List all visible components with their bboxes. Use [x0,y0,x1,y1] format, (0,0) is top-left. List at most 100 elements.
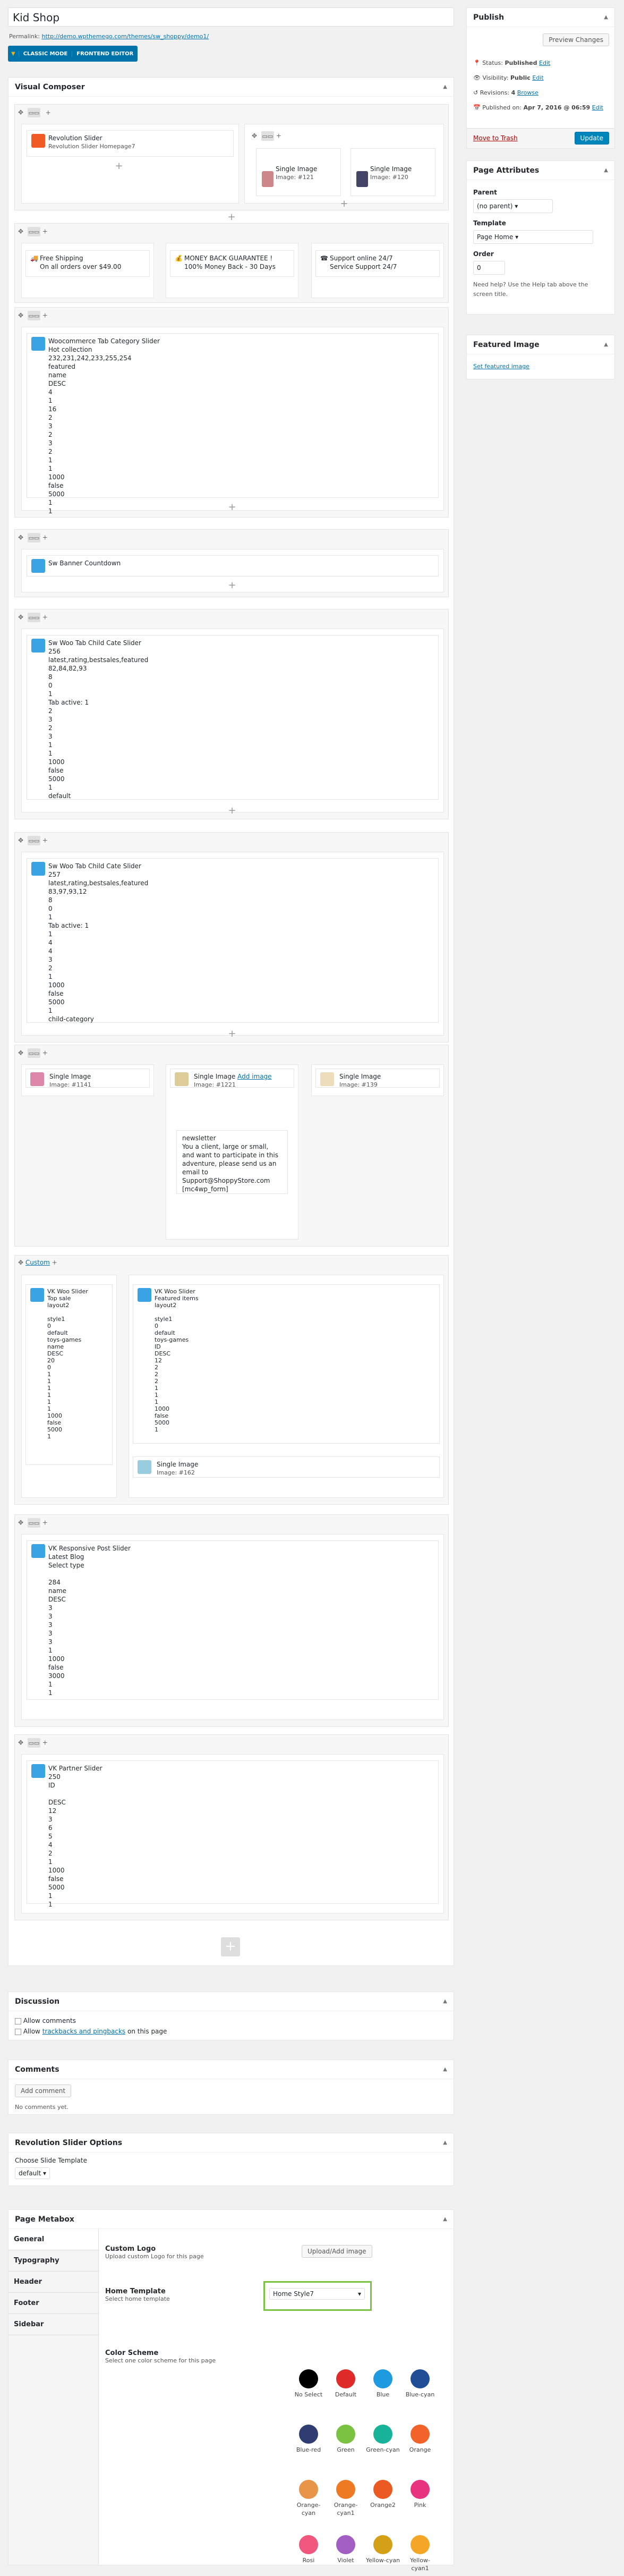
row-controls[interactable]: ✥ ▭▭ + [18,1738,48,1748]
tab-typography[interactable]: Typography [8,2250,98,2272]
vk-woo-slider-element[interactable]: VK Woo Slider Featured items layout2 style… [133,1284,440,1444]
vc-row-9[interactable]: ✥ ▭▭ + VK Responsive Post Slider Latest B… [14,1514,449,1727]
allow-pings-checkbox[interactable] [15,2028,21,2035]
collapse-icon[interactable]: ▲ [443,1998,447,2004]
add-element-icon[interactable]: + [228,1028,236,1039]
collapse-icon[interactable]: ▲ [443,2140,447,2146]
color-swatch[interactable] [411,2535,430,2554]
collapse-icon[interactable]: ▲ [443,84,447,90]
upload-image-button[interactable]: Upload/Add image [302,2245,372,2258]
add-comment-button[interactable]: Add comment [15,2084,72,2097]
add-row-button[interactable]: + [221,1937,240,1956]
template-select[interactable]: Page Home ▾ [473,230,593,244]
vk-woo-slider-element[interactable]: VK Woo Slider Top sale layout2 style1 0 defa… [25,1284,113,1465]
set-featured-image-link[interactable]: Set featured image [473,363,529,370]
edit-visibility-link[interactable]: Edit [532,74,543,81]
collapse-icon[interactable]: ▲ [604,342,608,348]
home-template-select[interactable]: Home Style7 ▾ [263,2281,372,2311]
collapse-icon[interactable]: ▲ [604,167,608,173]
color-swatch[interactable] [336,2480,355,2499]
add-element-icon[interactable]: + [340,198,348,209]
row-controls[interactable]: ✥ ▭▭ + [18,1518,48,1528]
edit-status-link[interactable]: Edit [539,60,550,66]
row-controls[interactable]: ✥ ▭▭ + [18,1048,48,1058]
tab-general[interactable]: General [8,2229,98,2250]
color-swatch[interactable] [411,2369,430,2388]
move-to-trash-link[interactable]: Move to Trash [473,134,518,142]
collapse-icon[interactable]: ▲ [443,2216,447,2222]
allow-comments-checkbox[interactable] [15,2018,21,2024]
edit-date-link[interactable]: Edit [592,104,603,111]
color-swatch[interactable] [373,2425,392,2444]
collapse-icon[interactable]: ▲ [604,14,608,20]
row-layout-icon[interactable]: ▭▭ [27,108,40,117]
row-controls[interactable]: ✥ ▭▭ + [18,613,48,622]
support-element[interactable]: ☎ Support online 24/7 Service Support 24/7 [315,250,440,277]
banner-countdown-element[interactable]: Sw Banner Countdown [27,555,439,577]
update-button[interactable]: Update [574,132,609,145]
slide-template-select[interactable]: default ▾ [15,2167,50,2179]
vc-row-8[interactable]: ✥ Custom + VK Woo Slider Top sale layout2 … [14,1255,449,1505]
vc-row-5[interactable]: ✥ ▭▭ + Sw Woo Tab Child Cate Slider 256 la… [14,609,449,819]
add-element-icon[interactable]: + [228,805,236,816]
single-image-element[interactable]: Single Image Image: #1141 [25,1069,150,1088]
permalink-link[interactable]: http://demo.wpthemego.com/themes/sw_shop… [41,33,209,40]
row-controls[interactable]: ✥ ▭▭ + [18,533,48,543]
tab-footer[interactable]: Footer [8,2293,98,2314]
single-image-element[interactable]: Single Image Image: #120 [351,148,435,196]
vc-row-6[interactable]: ✥ ▭▭ + Sw Woo Tab Child Cate Slider 257 la… [14,832,449,1043]
free-shipping-element[interactable]: 🚚 Free Shipping On all orders over $49.00 [25,250,150,277]
vc-row-7[interactable]: ✥ ▭▭ + Single Image Image: #1141 Single I… [14,1045,449,1247]
color-swatch[interactable] [299,2425,318,2444]
browse-revisions-link[interactable]: Browse [517,89,538,96]
single-image-element[interactable]: Single Image Image: #162 [133,1456,440,1478]
color-swatch[interactable] [373,2535,392,2554]
color-swatch[interactable] [411,2480,430,2499]
vc-row-2[interactable]: ✥ ▭▭ + 🚚 Free Shipping On all orders over … [14,223,449,303]
add-element-icon[interactable]: + [115,160,123,172]
add-element-icon[interactable]: + [228,502,236,513]
money-back-element[interactable]: 💰 MONEY BACK GUARANTEE ! 100% Money Back -… [170,250,294,277]
color-swatch[interactable] [336,2425,355,2444]
color-swatch[interactable] [299,2480,318,2499]
add-row-icon[interactable]: + [227,211,235,223]
revolution-slider-element[interactable]: Revolution Slider Revolution Slider Homep… [27,130,234,157]
row-add-icon[interactable]: + [46,109,51,116]
row-controls[interactable]: ✥ ▭▭ + [18,836,48,845]
color-swatch[interactable] [411,2425,430,2444]
woo-tab-child-cate-slider-element[interactable]: Sw Woo Tab Child Cate Slider 257 latest,ra… [27,858,439,1023]
color-swatch[interactable] [336,2369,355,2388]
color-swatch[interactable] [336,2535,355,2554]
color-swatch[interactable] [373,2480,392,2499]
woo-tab-category-slider-element[interactable]: Woocommerce Tab Category Slider Hot colle… [27,333,439,515]
row-controls[interactable]: ✥ ▭▭ + [18,227,48,236]
add-element-icon[interactable]: + [228,580,236,591]
color-swatch[interactable] [299,2369,318,2388]
single-image-element[interactable]: Single Image Add image Image: #1221 [170,1069,294,1088]
vk-partner-slider-element[interactable]: VK Partner Slider 250 ID DESC 12 3 6 5 4 2 1 1000 f… [27,1760,439,1908]
post-title-input[interactable]: Kid Shop [8,7,454,27]
vc-row-10[interactable]: ✥ ▭▭ + VK Partner Slider 250 ID DESC 12 3 6 5 4… [14,1734,449,1920]
inner-row-controls[interactable]: ✥ ▭▭ + [252,131,281,141]
order-input[interactable]: 0 [473,261,505,275]
newsletter-element[interactable]: newsletter You a client, large or small, a… [176,1130,288,1194]
row-controls[interactable]: ✥ ▭▭ + [18,108,51,117]
woo-tab-child-cate-slider-element[interactable]: Sw Woo Tab Child Cate Slider 256 latest,ra… [27,635,439,800]
classic-mode-button[interactable]: CLASSIC MODE [18,50,72,57]
tab-header[interactable]: Header [8,2272,98,2293]
row-controls[interactable]: ✥ ▭▭ + [18,311,48,320]
color-swatch[interactable] [373,2369,392,2388]
vc-row-1[interactable]: ✥ ▭▭ + Revolution Slider Revolution Slide… [14,104,449,210]
single-image-element[interactable]: Single Image Image: #139 [315,1069,440,1088]
tab-custom[interactable]: Custom [25,1259,50,1266]
collapse-icon[interactable]: ▲ [443,2066,447,2072]
parent-select[interactable]: (no parent) ▾ [473,199,553,213]
frontend-editor-button[interactable]: FRONTEND EDITOR [72,50,138,57]
preview-changes-button[interactable]: Preview Changes [543,33,609,46]
color-swatch[interactable] [299,2535,318,2554]
add-image-link[interactable]: Add image [237,1073,271,1080]
tab-sidebar[interactable]: Sidebar [8,2314,98,2335]
vc-row-3[interactable]: ✥ ▭▭ + Woocommerce Tab Category Slider Ho… [14,307,449,518]
vc-row-4[interactable]: ✥ ▭▭ + Sw Banner Countdown + [14,529,449,597]
single-image-element[interactable]: Single Image Image: #121 [256,148,341,196]
